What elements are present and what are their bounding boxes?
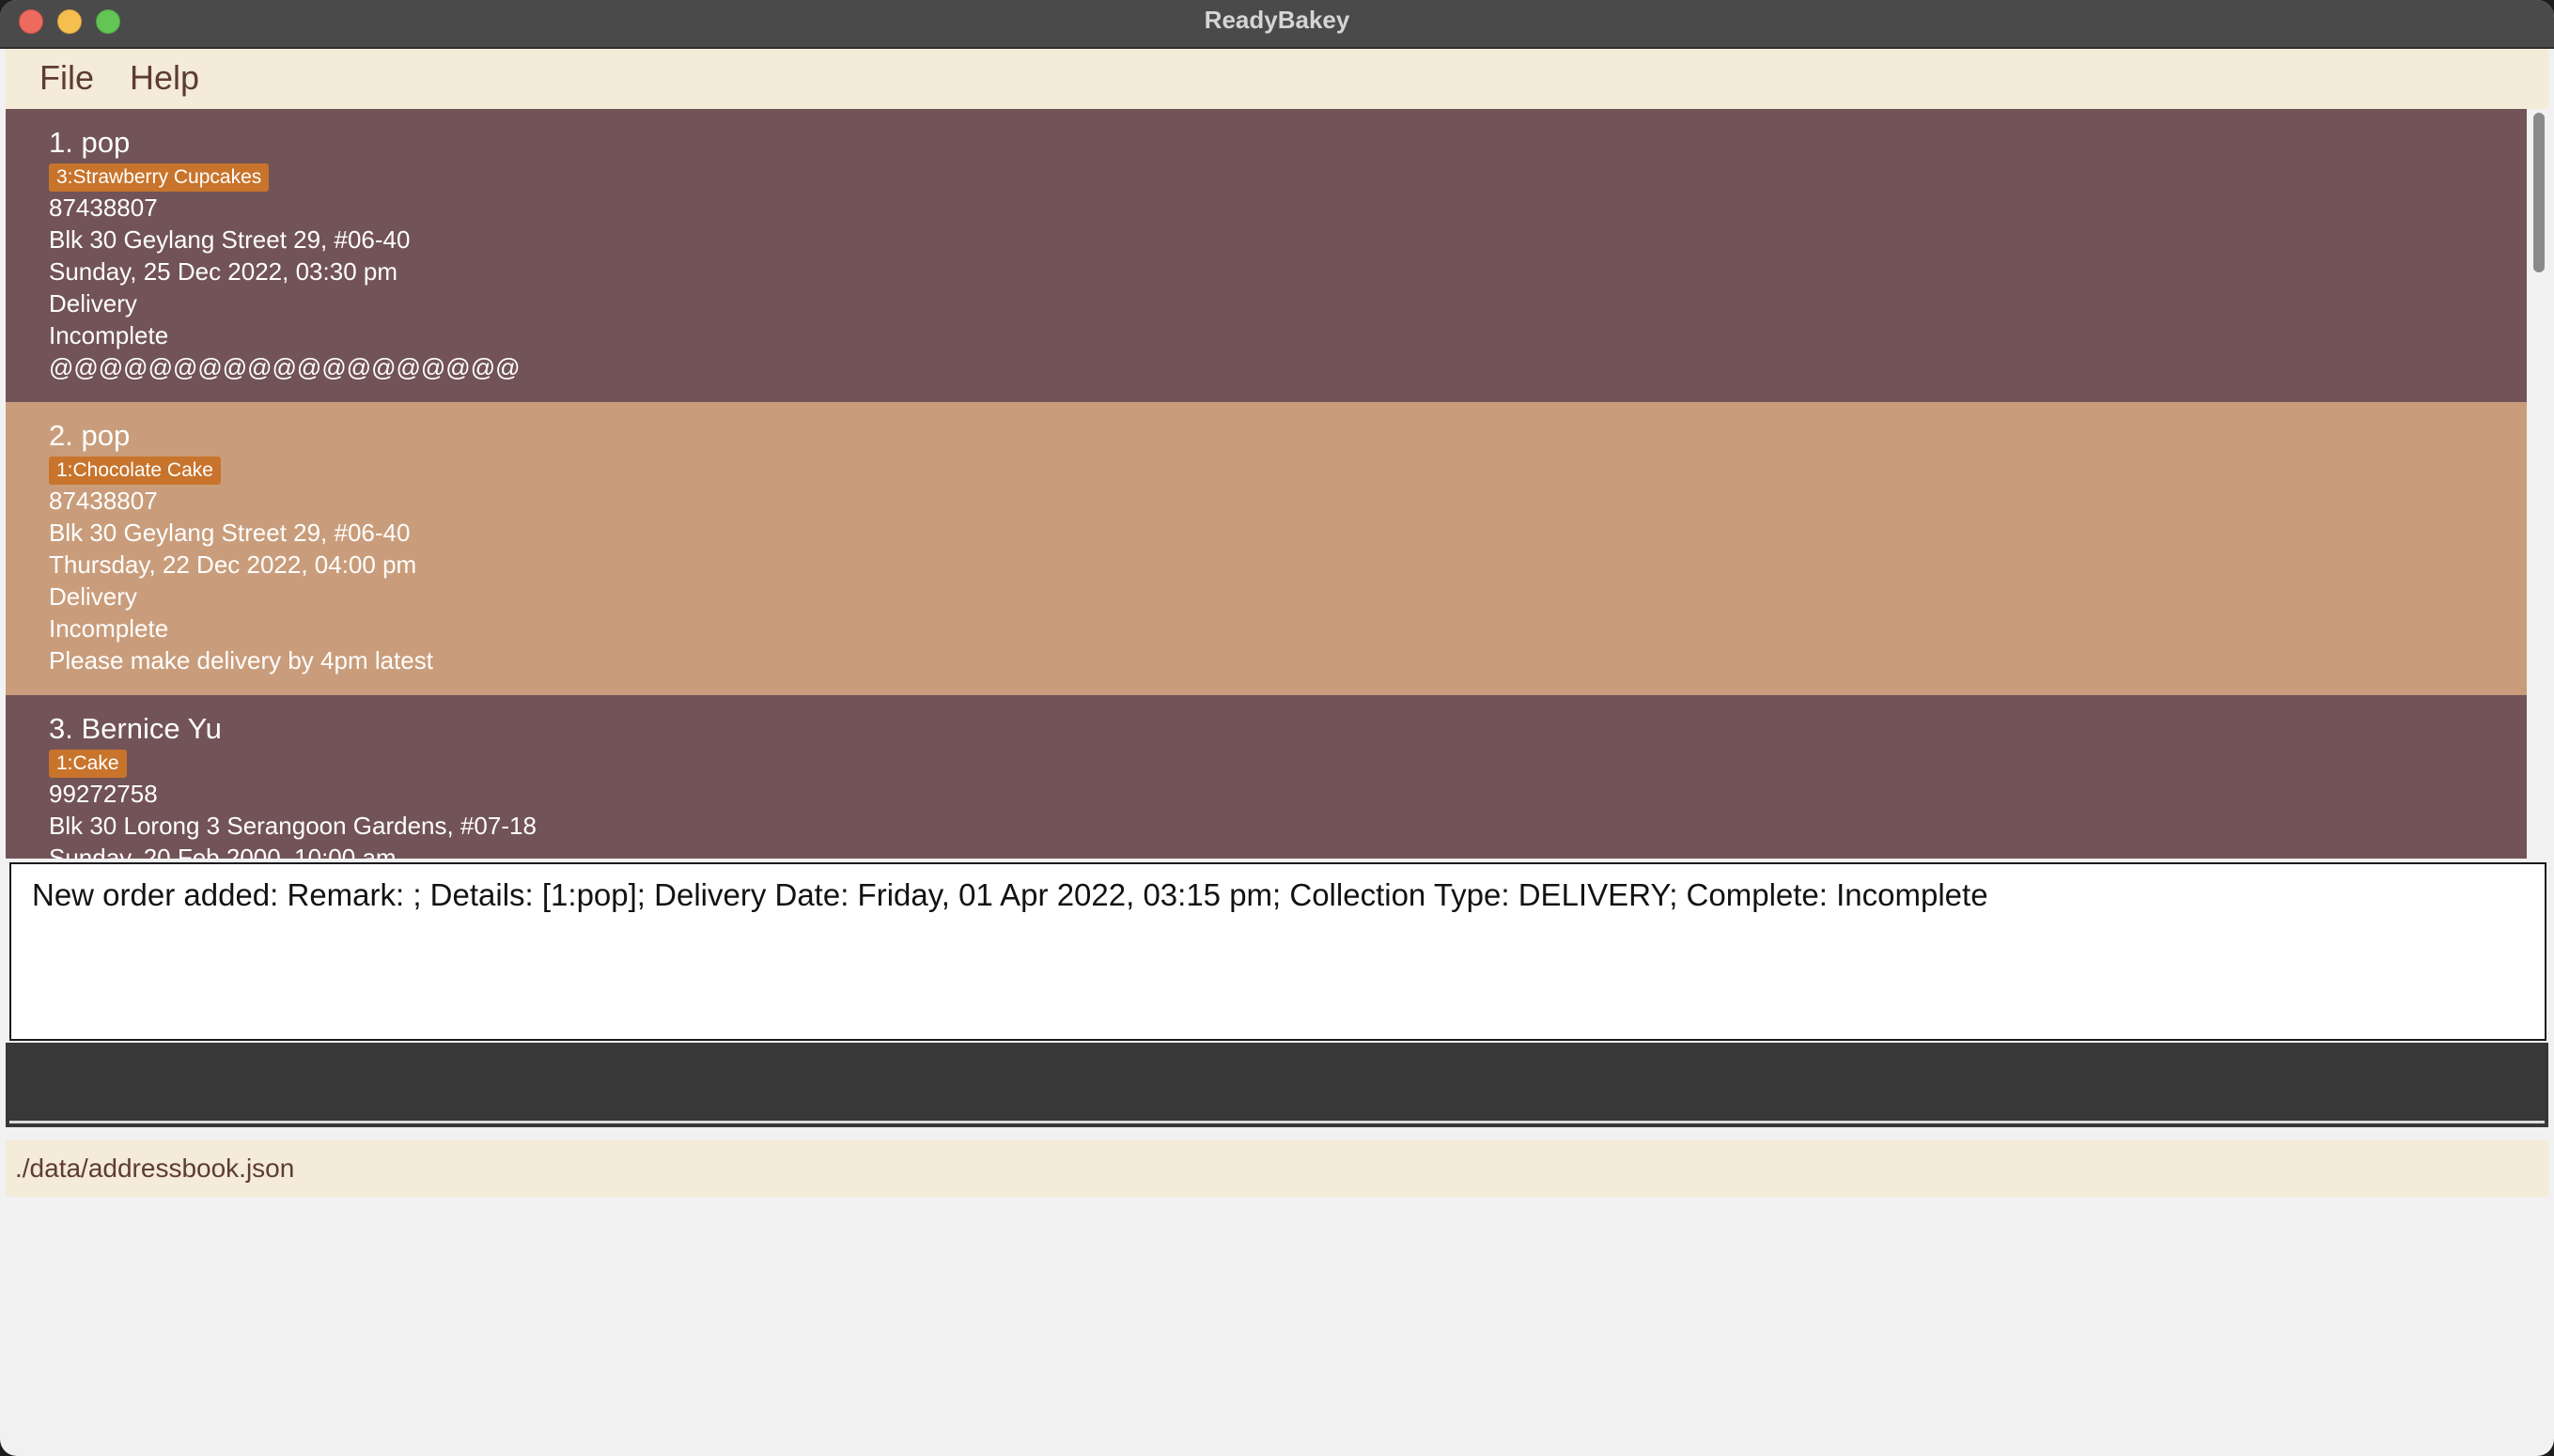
order-card[interactable]: 2. pop 1:Chocolate Cake 87438807 Blk 30 … — [6, 402, 2527, 695]
command-input[interactable] — [9, 1043, 2545, 1123]
order-list[interactable]: 1. pop 3:Strawberry Cupcakes 87438807 Bl… — [6, 109, 2530, 859]
order-date: Sunday, 25 Dec 2022, 03:30 pm — [49, 257, 397, 286]
menu-file[interactable]: File — [39, 58, 94, 98]
order-status: Incomplete — [49, 614, 169, 643]
order-date: Sunday, 20 Feb 2000, 10:00 am — [49, 844, 397, 859]
order-phone: 99272758 — [49, 780, 158, 808]
order-name: 2. pop — [49, 419, 131, 452]
command-box — [6, 1043, 2548, 1127]
order-remark: Please make delivery by 4pm latest — [49, 646, 433, 674]
order-card[interactable]: 3. Bernice Yu 1:Cake 99272758 Blk 30 Lor… — [6, 695, 2527, 859]
order-item-tag: 1:Cake — [49, 750, 127, 778]
order-card[interactable]: 1. pop 3:Strawberry Cupcakes 87438807 Bl… — [6, 109, 2527, 402]
status-bar: ./data/addressbook.json — [6, 1140, 2548, 1197]
result-display: New order added: Remark: ; Details: [1:p… — [9, 862, 2546, 1041]
order-address: Blk 30 Geylang Street 29, #06-40 — [49, 519, 411, 547]
order-item-tag: 3:Strawberry Cupcakes — [49, 163, 270, 192]
order-address: Blk 30 Lorong 3 Serangoon Gardens, #07-1… — [49, 812, 537, 840]
order-phone: 87438807 — [49, 194, 158, 222]
result-message: New order added: Remark: ; Details: [1:p… — [32, 877, 1988, 912]
order-name: 3. Bernice Yu — [49, 712, 222, 745]
empty-footer-area — [6, 1197, 2548, 1450]
menu-bar: File Help — [6, 49, 2548, 109]
order-name: 1. pop — [49, 126, 131, 159]
order-collection: Delivery — [49, 582, 137, 611]
order-phone: 87438807 — [49, 487, 158, 515]
order-remark: @@@@@@@@@@@@@@@@@@@ — [49, 353, 521, 381]
app-window: ReadyBakey File Help 1. pop 3:Strawberry… — [0, 0, 2554, 1456]
order-status: Incomplete — [49, 321, 169, 349]
order-address: Blk 30 Geylang Street 29, #06-40 — [49, 225, 411, 254]
scrollbar-thumb[interactable] — [2533, 113, 2545, 272]
order-item-tag: 1:Chocolate Cake — [49, 457, 221, 485]
menu-help[interactable]: Help — [130, 58, 199, 98]
title-bar: ReadyBakey — [0, 0, 2554, 49]
save-file-path: ./data/addressbook.json — [15, 1154, 295, 1183]
window-title: ReadyBakey — [1204, 6, 1350, 34]
order-date: Thursday, 22 Dec 2022, 04:00 pm — [49, 550, 417, 579]
order-collection: Delivery — [49, 289, 137, 318]
order-list-scrollbar[interactable] — [2530, 109, 2548, 859]
